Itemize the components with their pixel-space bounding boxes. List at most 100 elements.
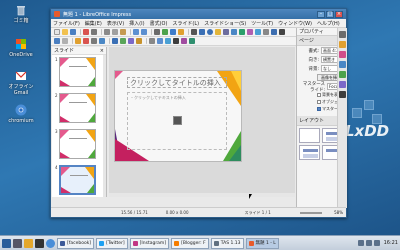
battery-icon[interactable] xyxy=(373,240,380,246)
export-pdf-icon[interactable] xyxy=(83,29,89,35)
desktop-icon-onedrive[interactable]: OneDrive xyxy=(4,38,38,58)
desktop-icon-trash[interactable]: ゴミ箱 xyxy=(4,4,38,24)
taskbar-button-blogger[interactable]: [Blogger: F xyxy=(171,237,209,249)
show-desktop-icon[interactable] xyxy=(13,238,22,248)
undo-icon[interactable] xyxy=(133,29,139,35)
menubar: ファイル(F) 編集(E) 表示(V) 挿入(I) 書式(O) スライド(L) … xyxy=(51,19,346,28)
image-icon[interactable] xyxy=(162,29,168,35)
paste-icon[interactable] xyxy=(120,29,126,35)
taskbar-button-twitter[interactable]: [Twitter] xyxy=(96,237,128,249)
title-placeholder[interactable]: クリックしてタイトルの挿入 xyxy=(127,77,227,88)
insert-object-icon[interactable] xyxy=(173,116,182,125)
properties-tab-icon[interactable] xyxy=(339,31,346,38)
zoom-icon[interactable] xyxy=(62,38,68,44)
filter-icon[interactable] xyxy=(189,38,195,44)
zoom-slider[interactable] xyxy=(300,212,322,214)
terminal-icon[interactable] xyxy=(35,238,44,248)
layout-blank[interactable] xyxy=(299,128,320,143)
print-icon[interactable] xyxy=(91,29,97,35)
3d-object-icon[interactable] xyxy=(255,29,261,35)
content-placeholder[interactable]: ・クリックしてテキストの挿入 xyxy=(127,92,227,150)
desktop-icon-gmail[interactable]: オフライン Gmail xyxy=(4,70,38,96)
new-icon[interactable] xyxy=(54,29,60,35)
points-icon[interactable] xyxy=(149,38,155,44)
window-titlebar[interactable]: 無題 1 - LibreOffice Impress – □ × xyxy=(51,9,346,19)
slide-editing-area[interactable]: クリックしてタイトルの挿入 ・クリックしてテキストの挿入 xyxy=(109,47,295,199)
fill-icon[interactable] xyxy=(99,38,105,44)
editing-area-scrollbar[interactable] xyxy=(109,193,295,197)
clock[interactable]: 16:21 xyxy=(384,240,398,246)
fontwork-icon[interactable] xyxy=(83,38,89,44)
block-arrows-icon[interactable] xyxy=(136,38,142,44)
current-slide[interactable]: クリックしてタイトルの挿入 ・クリックしてテキストの挿入 xyxy=(114,70,242,162)
align-icon[interactable] xyxy=(271,29,277,35)
master-slides-tab-icon[interactable] xyxy=(339,61,346,68)
taskbar-button-impress[interactable]: 無題 1 - L xyxy=(245,237,279,249)
open-icon[interactable] xyxy=(62,29,68,35)
line-style-icon[interactable] xyxy=(91,38,97,44)
zoom-percent[interactable]: 58% xyxy=(334,210,343,215)
table-icon[interactable] xyxy=(154,29,160,35)
text-icon[interactable] xyxy=(75,38,81,44)
line-icon[interactable] xyxy=(191,29,197,35)
curve-icon[interactable] xyxy=(223,29,229,35)
callout-icon[interactable] xyxy=(247,29,253,35)
close-button[interactable]: × xyxy=(335,10,343,18)
navigator-tab-icon[interactable] xyxy=(339,91,346,98)
menu-tools[interactable]: ツール(T) xyxy=(251,20,273,27)
taskbar-button-instagram[interactable]: [Instagram] xyxy=(129,237,170,249)
rotate-icon[interactable] xyxy=(263,29,269,35)
textbox-icon[interactable] xyxy=(178,29,184,35)
slide-transition-tab-icon[interactable] xyxy=(339,41,346,48)
menu-edit[interactable]: 編集(E) xyxy=(85,20,102,27)
taskbar-button-facebook[interactable]: [facebook] xyxy=(57,237,95,249)
menu-view[interactable]: 表示(V) xyxy=(107,20,124,27)
shadow-icon[interactable] xyxy=(173,38,179,44)
arrange-icon[interactable] xyxy=(279,29,285,35)
ellipse-icon[interactable] xyxy=(207,29,213,35)
menu-slide[interactable]: スライド(L) xyxy=(172,20,199,27)
slide-thumbnail-1[interactable]: 1 xyxy=(52,55,106,91)
connector-icon[interactable] xyxy=(120,38,126,44)
menu-format[interactable]: 書式(O) xyxy=(150,20,168,27)
glue-points-icon[interactable] xyxy=(157,38,163,44)
toggle-extrusion-icon[interactable] xyxy=(165,38,171,44)
star-shape-icon[interactable] xyxy=(215,29,221,35)
browser-icon[interactable] xyxy=(46,238,55,248)
crop-icon[interactable] xyxy=(181,38,187,44)
maximize-button[interactable]: □ xyxy=(326,10,334,18)
volume-icon[interactable] xyxy=(365,240,372,246)
flowchart-icon[interactable] xyxy=(239,29,245,35)
slides-pane-scrollbar[interactable] xyxy=(103,55,106,197)
network-icon[interactable] xyxy=(357,240,364,246)
menu-insert[interactable]: 挿入(I) xyxy=(129,20,144,27)
gallery-tab-icon[interactable] xyxy=(339,81,346,88)
minimize-button[interactable]: – xyxy=(317,10,325,18)
styles-tab-icon[interactable] xyxy=(339,71,346,78)
symbol-shapes-icon[interactable] xyxy=(128,38,134,44)
copy-icon[interactable] xyxy=(112,29,118,35)
select-icon[interactable] xyxy=(54,38,60,44)
menu-help[interactable]: ヘルプ(H) xyxy=(317,20,340,27)
file-manager-icon[interactable] xyxy=(24,238,33,248)
arrow-icon[interactable] xyxy=(231,29,237,35)
slide-thumbnail-3[interactable]: 3 xyxy=(52,127,106,163)
rectangle-icon[interactable] xyxy=(199,29,205,35)
taskbar-button-tas[interactable]: TAS 1.13 xyxy=(210,237,244,249)
cut-icon[interactable] xyxy=(104,29,110,35)
animation-tab-icon[interactable] xyxy=(339,51,346,58)
impress-window[interactable]: 無題 1 - LibreOffice Impress – □ × ファイル(F)… xyxy=(50,8,347,218)
save-icon[interactable] xyxy=(70,29,76,35)
menu-slideshow[interactable]: スライドショー(S) xyxy=(204,20,246,27)
slide-thumbnail-4[interactable]: 4 xyxy=(52,163,106,199)
close-pane-icon[interactable]: × xyxy=(100,48,104,54)
chart-icon[interactable] xyxy=(170,29,176,35)
start-menu-icon[interactable] xyxy=(2,238,11,248)
shapes-icon[interactable] xyxy=(112,38,118,44)
slide-thumbnail-2[interactable]: 2 xyxy=(52,91,106,127)
menu-file[interactable]: ファイル(F) xyxy=(53,20,80,27)
layout-title-content[interactable] xyxy=(299,145,320,160)
desktop-icon-chromium[interactable]: chromium xyxy=(4,104,38,124)
redo-icon[interactable] xyxy=(141,29,147,35)
menu-window[interactable]: ウィンドウ(W) xyxy=(278,20,312,27)
